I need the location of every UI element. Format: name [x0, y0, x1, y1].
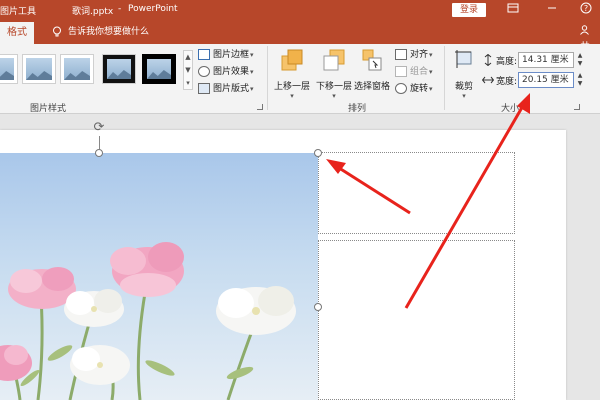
document-filename: 歌词.pptx — [72, 7, 114, 17]
width-label: 宽度: — [496, 77, 518, 87]
user-icon — [580, 25, 589, 35]
picture-effects-button[interactable]: 图片效果▾ — [198, 64, 254, 80]
group-icon — [395, 66, 407, 77]
selected-picture[interactable] — [0, 153, 318, 400]
svg-text:?: ? — [584, 4, 588, 13]
resize-handle-top[interactable] — [95, 149, 103, 157]
picture-style-3[interactable] — [60, 54, 94, 84]
send-backward-button[interactable]: 下移一层 ▾ — [314, 48, 354, 100]
minimize-icon[interactable] — [544, 2, 560, 18]
selection-pane-button[interactable]: 选择窗格 — [352, 48, 392, 92]
picture-styles-group-label: 图片样式 — [30, 104, 67, 114]
title-placeholder[interactable] — [318, 152, 515, 234]
width-field[interactable]: 20.15 厘米 — [518, 72, 574, 88]
content-placeholder[interactable] — [318, 240, 515, 400]
login-button[interactable]: 登录 — [452, 3, 486, 17]
picture-layout-icon — [198, 83, 210, 94]
height-label: 高度: — [496, 57, 518, 67]
arrange-group-label: 排列 — [348, 104, 367, 114]
help-icon[interactable]: ? — [578, 2, 594, 18]
picture-style-5[interactable] — [142, 54, 176, 84]
picture-style-2[interactable] — [22, 54, 56, 84]
picture-tools-context-label: 图片工具 — [0, 7, 37, 17]
lightbulb-icon — [53, 26, 61, 37]
width-spinner[interactable]: ▲ ▼ — [576, 72, 584, 88]
size-launcher-icon[interactable] — [574, 104, 580, 110]
title-bar: 图片工具 歌词.pptx - PowerPoint 登录 ? — [0, 0, 600, 20]
align-icon — [395, 49, 407, 60]
crop-button[interactable]: 裁剪 ▾ — [448, 48, 480, 100]
picture-layout-button[interactable]: 图片版式▾ — [198, 81, 254, 97]
ribbon-display-icon[interactable] — [505, 2, 521, 18]
align-button[interactable]: 对齐▾ — [395, 47, 433, 63]
picture-border-button[interactable]: 图片边框▾ — [198, 47, 254, 63]
picture-style-1[interactable] — [0, 54, 18, 84]
rotate-handle-icon[interactable]: ⟳ — [91, 120, 107, 136]
picture-style-4[interactable] — [102, 54, 136, 84]
gallery-down-icon[interactable]: ▼ — [184, 64, 192, 77]
title-separator: - — [118, 4, 122, 14]
width-icon — [482, 76, 494, 84]
app-name: PowerPoint — [128, 4, 178, 14]
group-button[interactable]: 组合▾ — [395, 64, 433, 80]
send-backward-icon — [323, 49, 345, 71]
size-group-label: 大小 — [501, 104, 520, 114]
resize-handle-right[interactable] — [314, 303, 322, 311]
bring-forward-icon — [281, 49, 303, 71]
selection-pane-icon — [362, 49, 382, 71]
ribbon: ▲ ▼ ▾ 图片边框▾ 图片效果▾ 图片版式▾ 图片样式 上移一层 ▾ 下移一层… — [0, 44, 600, 114]
tab-format[interactable]: 格式 — [0, 22, 34, 44]
crop-icon — [455, 50, 472, 68]
flower-photo-image — [0, 242, 296, 400]
resize-handle-top-right[interactable] — [314, 149, 322, 157]
ribbon-tab-row: 格式 告诉我你想要做什么 共 — [0, 20, 600, 53]
gallery-more-icon[interactable]: ▾ — [184, 77, 192, 90]
bring-forward-button[interactable]: 上移一层 ▾ — [272, 48, 312, 100]
picture-styles-launcher-icon[interactable] — [257, 104, 263, 110]
group-divider — [444, 46, 445, 110]
picture-border-icon — [198, 49, 210, 60]
slide-editor-area: ⟳ — [0, 114, 600, 400]
width-row: 宽度: 20.15 厘米 ▲ ▼ — [482, 72, 592, 88]
tell-me-text: 告诉我你想要做什么 — [68, 27, 150, 37]
height-row: 高度: 14.31 厘米 ▲ ▼ — [482, 52, 592, 68]
rotate-button[interactable]: 旋转▾ — [395, 81, 433, 97]
group-divider — [267, 46, 268, 110]
rotate-handle-stem — [99, 136, 100, 149]
powerpoint-window: 图片工具 歌词.pptx - PowerPoint 登录 ? 格式 告诉我你想要… — [0, 0, 600, 400]
rotate-icon — [395, 83, 407, 94]
height-icon — [484, 54, 492, 66]
gallery-up-icon[interactable]: ▲ — [184, 51, 192, 64]
picture-effects-icon — [198, 66, 210, 77]
height-spinner[interactable]: ▲ ▼ — [576, 52, 584, 68]
gallery-scroll[interactable]: ▲ ▼ ▾ — [183, 50, 193, 90]
height-field[interactable]: 14.31 厘米 — [518, 52, 574, 68]
